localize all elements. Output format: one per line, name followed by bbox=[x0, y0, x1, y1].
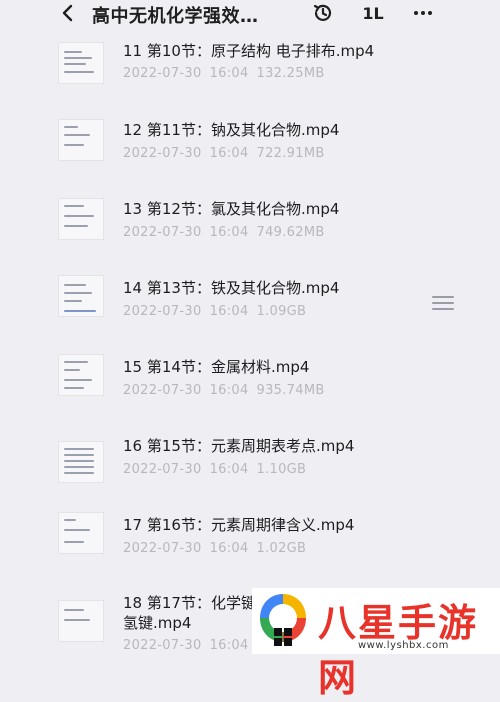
video-thumbnail bbox=[58, 441, 104, 483]
file-meta: 2022-07-30 16:04 722.91MB bbox=[123, 146, 325, 161]
file-meta: 2022-07-30 16:04 749.62MB bbox=[123, 225, 325, 240]
back-button[interactable] bbox=[58, 2, 78, 24]
file-meta: 2022-07-30 16:04 935.74MB bbox=[123, 383, 325, 398]
video-thumbnail bbox=[58, 600, 104, 642]
fast-scroll-handle[interactable] bbox=[432, 296, 454, 312]
file-meta: 2022-07-30 16:04 132.25MB bbox=[123, 66, 325, 81]
list-item[interactable]: 13 第12节：氯及其化合物.mp4 2022-07-30 16:04 749.62… bbox=[0, 196, 500, 274]
file-meta: 2022-07-30 16:04 bbox=[123, 638, 249, 653]
file-name: 12 第11节：钠及其化合物.mp4 bbox=[123, 121, 340, 139]
site-watermark: 八星手游网 www.lyshbx.com bbox=[252, 588, 500, 700]
file-meta: 2022-07-30 16:04 1.02GB bbox=[123, 541, 307, 556]
chevron-left-icon bbox=[62, 4, 73, 22]
history-icon bbox=[313, 4, 332, 21]
file-name: 13 第12节：氯及其化合物.mp4 bbox=[123, 200, 340, 218]
file-meta: 2022-07-30 16:04 1.09GB bbox=[123, 304, 307, 319]
video-thumbnail bbox=[58, 354, 104, 396]
brand-logo-icon bbox=[260, 594, 306, 646]
top-bar: 高中无机化学强效… 1L bbox=[0, 0, 500, 28]
video-thumbnail bbox=[58, 42, 104, 84]
sort-button[interactable]: 1L bbox=[360, 1, 386, 25]
file-name: 11 第10节：原子结构 电子排布.mp4 bbox=[123, 42, 375, 60]
watermark-url: www.lyshbx.com bbox=[358, 640, 449, 651]
more-dots-icon bbox=[414, 11, 432, 15]
file-name: 18 第17节：化学键 bbox=[123, 594, 256, 612]
list-item[interactable]: 12 第11节：钠及其化合物.mp4 2022-07-30 16:04 722.91… bbox=[0, 117, 500, 195]
file-name-line2: 氢键.mp4 bbox=[123, 614, 192, 632]
file-name: 16 第15节：元素周期表考点.mp4 bbox=[123, 437, 355, 455]
list-item[interactable]: 14 第13节：铁及其化合物.mp4 2022-07-30 16:04 1.09GB bbox=[0, 275, 500, 353]
more-options-button[interactable] bbox=[410, 1, 436, 25]
list-item[interactable]: 15 第14节：金属材料.mp4 2022-07-30 16:04 935.74MB bbox=[0, 354, 500, 432]
file-meta: 2022-07-30 16:04 1.10GB bbox=[123, 462, 307, 477]
list-item[interactable]: 16 第15节：元素周期表考点.mp4 2022-07-30 16:04 1.10G… bbox=[0, 433, 500, 511]
list-item[interactable]: 11 第10节：原子结构 电子排布.mp4 2022-07-30 16:04 132… bbox=[0, 38, 500, 116]
folder-title: 高中无机化学强效… bbox=[92, 6, 259, 27]
video-thumbnail bbox=[58, 275, 104, 317]
file-name: 14 第13节：铁及其化合物.mp4 bbox=[123, 279, 340, 297]
video-thumbnail bbox=[58, 119, 104, 161]
file-name: 15 第14节：金属材料.mp4 bbox=[123, 358, 310, 376]
video-thumbnail bbox=[58, 512, 104, 554]
file-name: 17 第16节：元素周期律含义.mp4 bbox=[123, 516, 355, 534]
list-item[interactable]: 17 第16节：元素周期律含义.mp4 2022-07-30 16:04 1.02G… bbox=[0, 512, 500, 590]
video-thumbnail bbox=[58, 198, 104, 240]
history-button[interactable] bbox=[310, 1, 336, 25]
